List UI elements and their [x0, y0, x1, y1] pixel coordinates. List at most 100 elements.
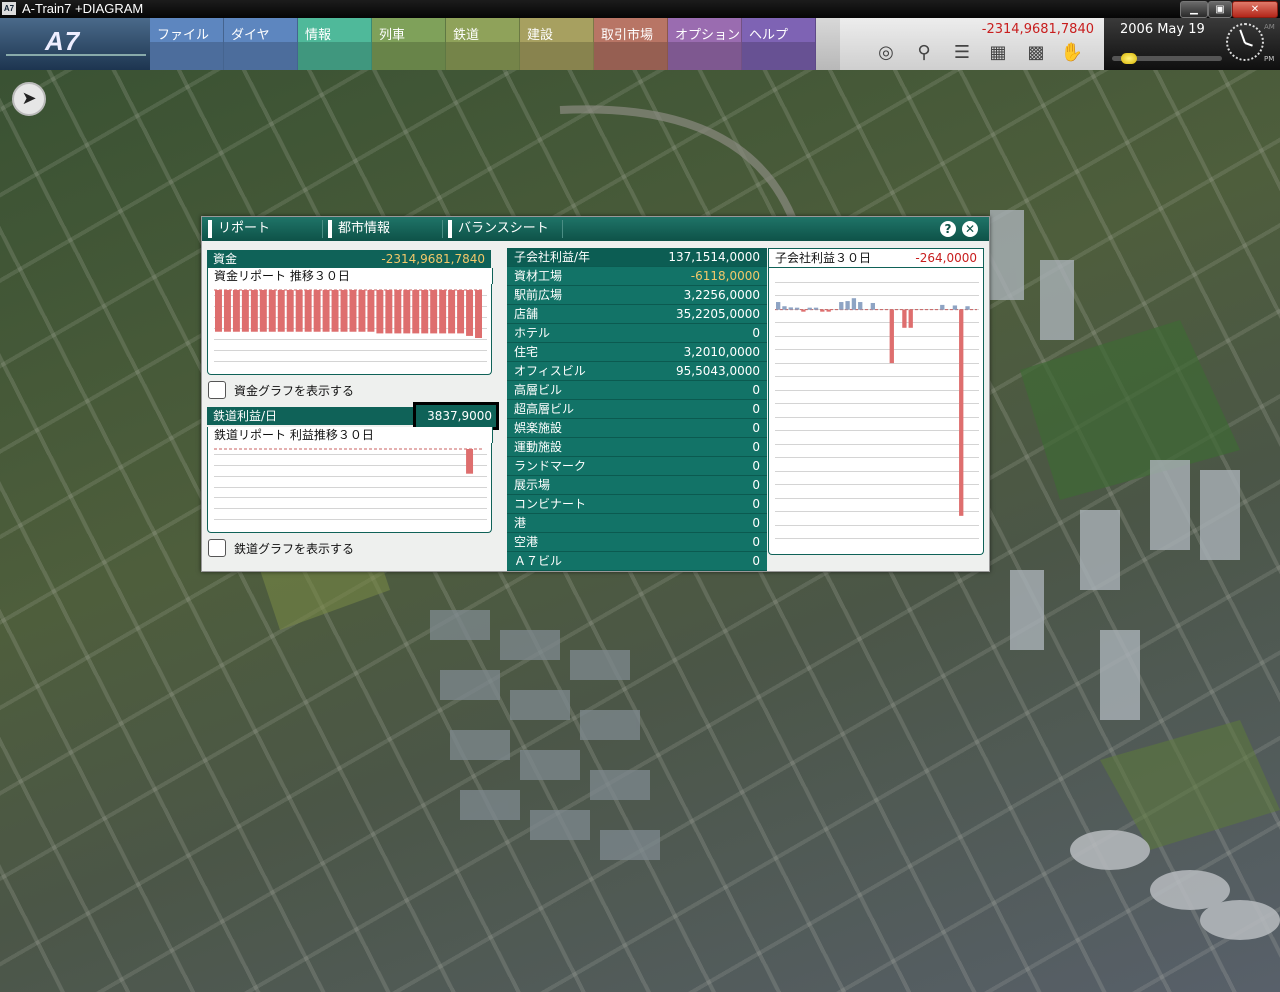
- funds-bar: [295, 290, 303, 332]
- logo-text: A7: [45, 26, 81, 56]
- table-row[interactable]: 高層ビル 0: [507, 381, 767, 400]
- subsidiary-bar: [870, 302, 875, 310]
- subsidiary-value: 0: [752, 326, 760, 340]
- table-row[interactable]: 娯楽施設 0: [507, 419, 767, 438]
- menu-item-7[interactable]: オプション: [668, 18, 742, 70]
- subsidiary-bar: [776, 302, 781, 310]
- table-row[interactable]: 住宅 3,2010,0000: [507, 343, 767, 362]
- layers-icon[interactable]: ☰: [948, 41, 976, 65]
- hand-icon[interactable]: ✋: [1058, 41, 1086, 65]
- subsidiary-name: 超高層ビル: [514, 402, 575, 416]
- menu-item-2[interactable]: 情報: [298, 18, 372, 70]
- funds-bar: [304, 290, 312, 332]
- app-icon: A7: [2, 2, 16, 15]
- subsidiary-name: 資材工場: [514, 269, 563, 283]
- menu-item-0[interactable]: ファイル: [150, 18, 224, 70]
- close-window-button[interactable]: ✕: [1232, 1, 1278, 18]
- help-button[interactable]: ?: [940, 221, 956, 237]
- grid-icon[interactable]: ▩: [1022, 41, 1050, 65]
- funds-bar: [412, 290, 420, 334]
- menu-item-8[interactable]: ヘルプ: [742, 18, 816, 70]
- show-rail-graph-label: 鉄道グラフを表示する: [234, 542, 355, 556]
- subsidiary-bar: [794, 307, 800, 310]
- table-row[interactable]: 空港 0: [507, 533, 767, 552]
- subsidiary-name: 展示場: [514, 478, 551, 492]
- menu-item-label: ヘルプ: [749, 28, 789, 43]
- subsidiary-value: 95,5043,0000: [676, 364, 760, 378]
- subsidiary-chart-header: 子会社利益３０日 -264,0000: [768, 248, 984, 268]
- subsidiary-name: コンビナート: [514, 497, 587, 511]
- menu-item-6[interactable]: 取引市場: [594, 18, 668, 70]
- subsidiary-value: 35,2205,0000: [676, 307, 760, 321]
- table-row[interactable]: 駅前広場 3,2256,0000: [507, 286, 767, 305]
- am-label: AM: [1264, 23, 1275, 31]
- subsidiary-name: 運動施設: [514, 440, 563, 454]
- subsidiary-bar: [807, 307, 812, 310]
- rail-profit-value: 3837,9000: [413, 402, 499, 430]
- subsidiary-bar: [782, 306, 787, 310]
- menu-item-label: 列車: [379, 28, 406, 43]
- subsidiary-name: 港: [514, 516, 527, 530]
- table-row[interactable]: 港0: [507, 514, 767, 533]
- funds-bar: [215, 290, 222, 332]
- subsidiary-bar: [820, 309, 825, 312]
- table-row[interactable]: 展示場 0: [507, 476, 767, 495]
- subsidiary-name: 高層ビル: [514, 383, 563, 397]
- table-row[interactable]: ランドマーク 0: [507, 457, 767, 476]
- tab-report[interactable]: リポート: [208, 220, 323, 238]
- funds-bar: [331, 290, 339, 332]
- funds-bar: [322, 290, 330, 332]
- table-row[interactable]: 資材工場 -6118,0000: [507, 267, 767, 286]
- show-rail-graph-checkbox[interactable]: [208, 539, 226, 557]
- table-row[interactable]: ホテル 0: [507, 324, 767, 343]
- funds-bar: [358, 290, 366, 332]
- subsidiary-chart-label: 子会社利益３０日: [775, 251, 872, 265]
- tab-city-info[interactable]: 都市情報: [328, 220, 443, 238]
- subsidiary-bar: [788, 307, 793, 310]
- menu-item-1[interactable]: ダイヤ: [224, 18, 298, 70]
- subsidiary-bar: [908, 309, 913, 328]
- funds-label: 資金: [213, 252, 238, 266]
- menu-item-label: 建設: [527, 28, 554, 43]
- compass-icon[interactable]: ➤: [12, 82, 46, 116]
- subsidiary-name: 空港: [514, 535, 539, 549]
- table-row[interactable]: オフィスビル 95,5043,0000: [507, 362, 767, 381]
- planet-icon[interactable]: ◎: [872, 41, 900, 65]
- subsidiary-bar: [952, 305, 958, 310]
- funds-bar: [466, 290, 474, 336]
- menu-item-3[interactable]: 列車: [372, 18, 446, 70]
- subsidiary-bar: [801, 309, 806, 312]
- table-row[interactable]: コンビナート 0: [507, 495, 767, 514]
- logo-underline: [6, 54, 146, 56]
- subsidiary-value: 0: [752, 478, 760, 492]
- maximize-button[interactable]: ▣: [1208, 1, 1232, 18]
- current-date: 2006 May 19: [1120, 22, 1205, 37]
- menu-item-4[interactable]: 鉄道: [446, 18, 520, 70]
- magnifier-icon[interactable]: ⚲: [910, 41, 938, 65]
- menu-item-label: ダイヤ: [231, 28, 270, 43]
- table-row[interactable]: 運動施設 0: [507, 438, 767, 457]
- subsidiary-bar: [940, 304, 945, 310]
- rail-profit-label: 鉄道利益/日: [213, 409, 278, 423]
- clock-hour-hand: [1244, 42, 1253, 47]
- show-funds-graph-checkbox[interactable]: [208, 381, 226, 399]
- menu-item-label: ファイル: [157, 28, 210, 43]
- funds-value: -2314,9681,7840: [981, 22, 1094, 37]
- menu-item-5[interactable]: 建設: [520, 18, 594, 70]
- speed-slider-knob[interactable]: [1121, 53, 1138, 64]
- menu-item-label: 取引市場: [601, 28, 654, 43]
- subsidiary-chart-value: -264,0000: [915, 251, 977, 265]
- close-report-button[interactable]: ✕: [962, 221, 978, 237]
- subsidiary-value: 0: [752, 497, 760, 511]
- subsidiary-name: ランドマーク: [514, 459, 587, 473]
- table-row[interactable]: 店舗 35,2205,0000: [507, 305, 767, 324]
- tab-balance-sheet[interactable]: バランスシート: [448, 220, 563, 238]
- funds-bar: [403, 290, 411, 334]
- show-funds-graph-label: 資金グラフを表示する: [234, 384, 355, 398]
- table-row[interactable]: 超高層ビル 0: [507, 400, 767, 419]
- funds-bar: [286, 290, 294, 332]
- minimize-button[interactable]: ▁: [1180, 1, 1208, 18]
- table-row[interactable]: Ａ７ビル 0: [507, 552, 767, 571]
- pm-label: PM: [1264, 55, 1275, 63]
- building-icon[interactable]: ▦: [984, 41, 1012, 65]
